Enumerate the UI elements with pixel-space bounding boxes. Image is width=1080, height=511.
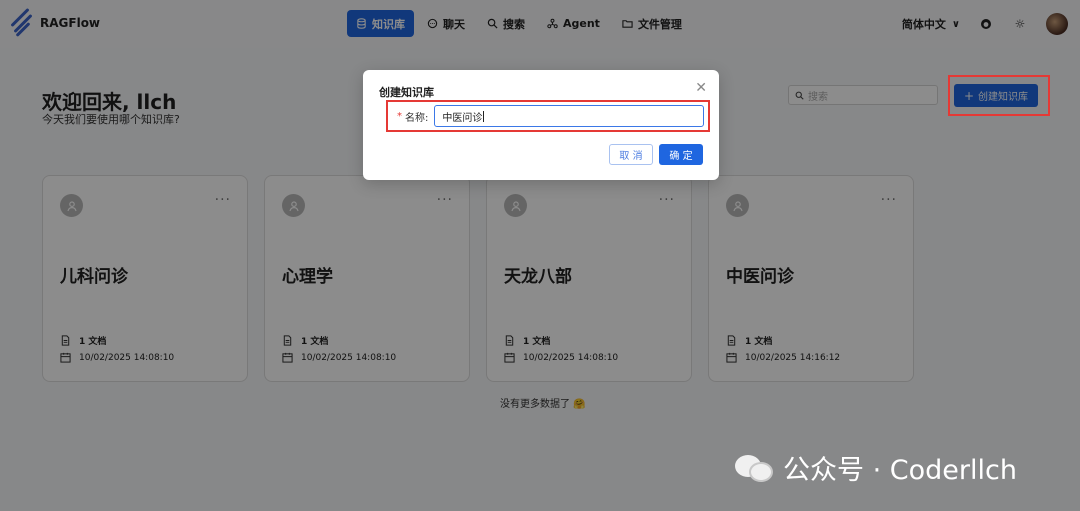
- annotation-highlight-create: [948, 75, 1050, 116]
- dialog-title: 创建知识库: [379, 86, 434, 99]
- close-icon[interactable]: ✕: [695, 80, 707, 96]
- annotation-highlight-name-field: [386, 100, 710, 132]
- dialog-buttons: 取 消 确 定: [609, 144, 703, 165]
- watermark-text: 公众号 · Coderllch: [783, 455, 1017, 486]
- cancel-button[interactable]: 取 消: [609, 144, 653, 165]
- wechat-icon: [735, 452, 775, 484]
- watermark: 公众号 · Coderllch: [735, 448, 1017, 487]
- confirm-button[interactable]: 确 定: [659, 144, 703, 165]
